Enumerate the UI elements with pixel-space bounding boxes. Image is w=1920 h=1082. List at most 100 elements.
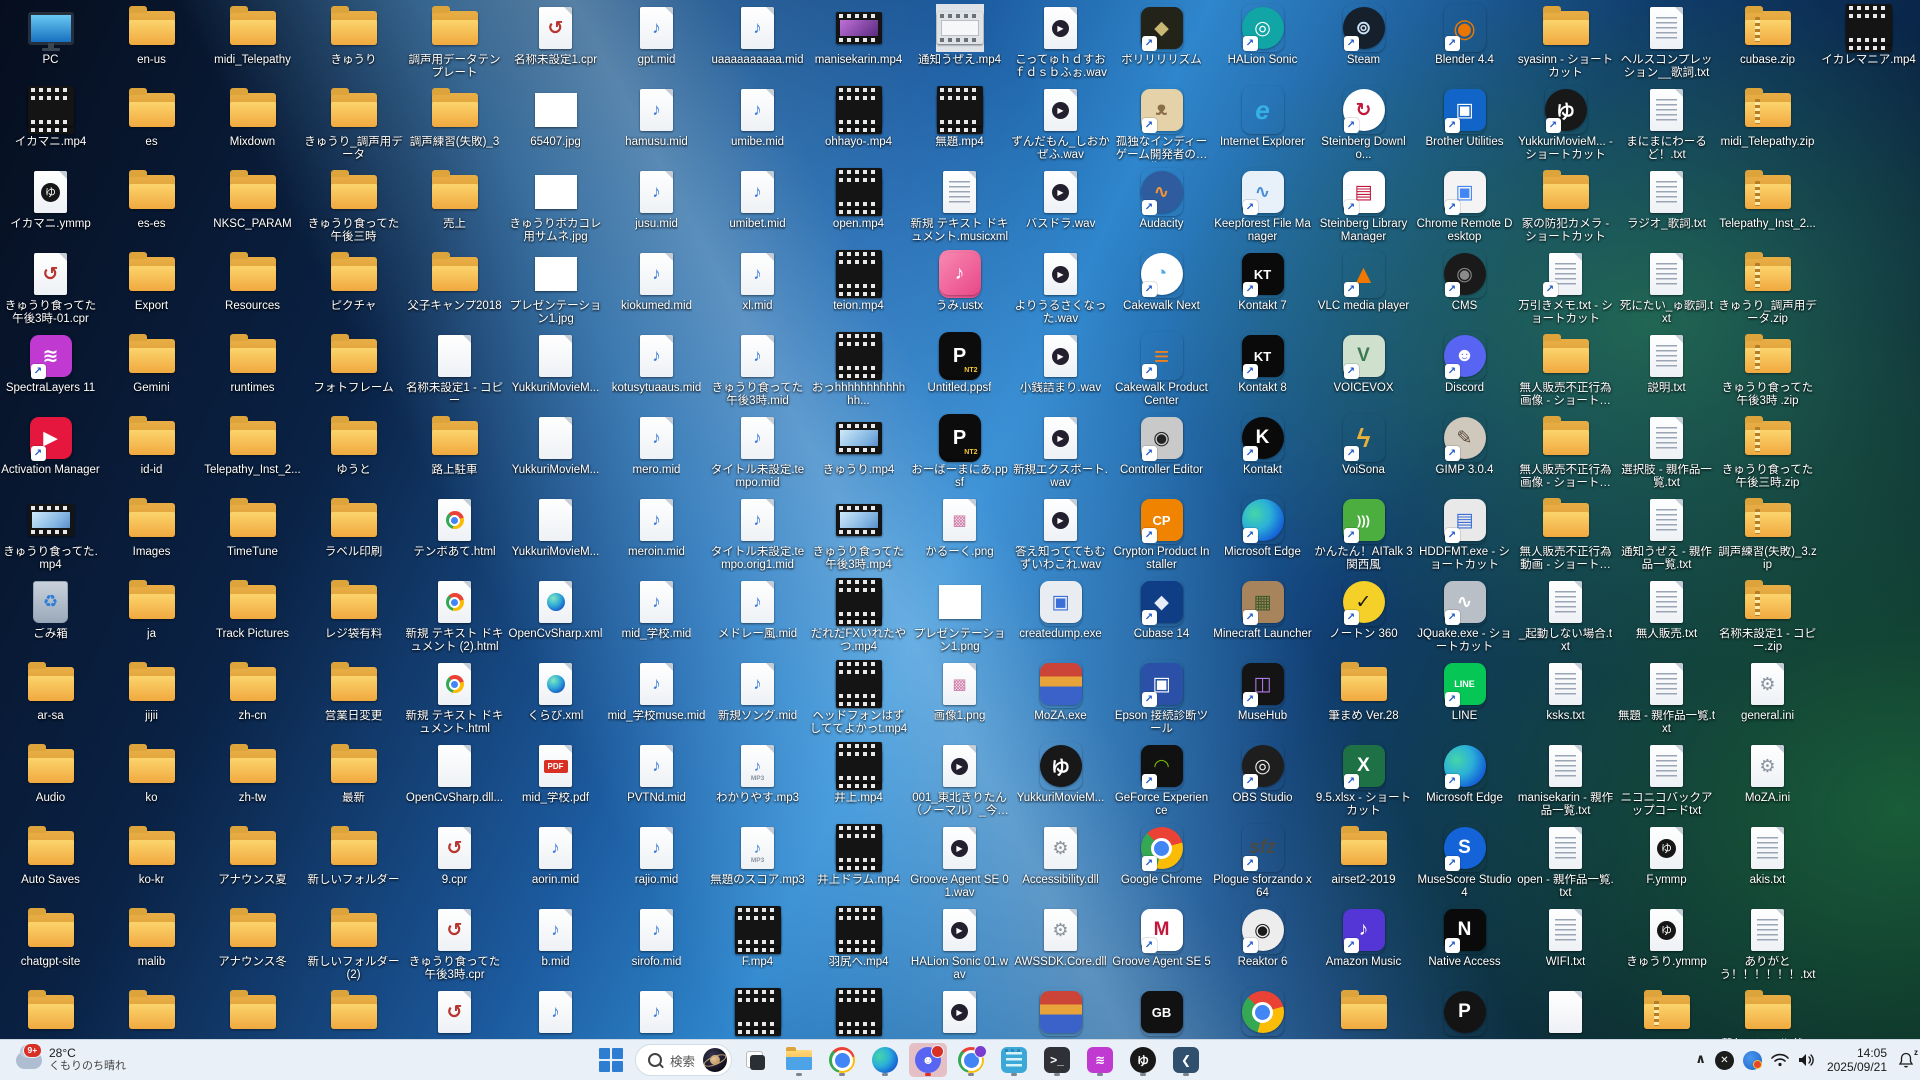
desktop-icon[interactable]: en-us [101,2,202,84]
desktop-icon[interactable]: ksks.txt [1515,658,1616,740]
desktop-icon[interactable]: )))かんたん！AITalk 3 関西風 [1313,494,1414,576]
desktop-icon[interactable]: eInternet Explorer [1212,84,1313,166]
desktop-icon[interactable]: ▶小銭詰まり.wav [1010,330,1111,412]
taskbar-search-pill[interactable]: 検索 [635,1044,732,1076]
desktop-icon[interactable]: ϟVoiSona [1313,412,1414,494]
tray-overflow-chevron-icon[interactable]: ∧ [1695,1051,1706,1067]
desktop-icon[interactable]: ♪タイトル未設定.tempo.orig1.mid [707,494,808,576]
desktop-icon[interactable]: Images [101,494,202,576]
desktop-icon[interactable]: 売上 [404,166,505,248]
desktop-icon[interactable]: ◠GeForce Experience [1111,740,1212,822]
desktop-icon[interactable]: ▣createdump.exe [1010,576,1111,658]
desktop-icon[interactable]: きゅうり_調声用データ.zip [1717,248,1818,330]
desktop-icon[interactable]: ⚙AWSSDK.Core.dll [1010,904,1111,986]
desktop-icon[interactable]: ♪mero.mid [606,412,707,494]
desktop-icon[interactable]: 死にたい_ゅ歌詞.txt [1616,248,1717,330]
desktop-icon[interactable]: ♪jusu.mid [606,166,707,248]
desktop-icon[interactable]: PNT2おーばーまにあ.ppsf [909,412,1010,494]
desktop-icon[interactable]: ko-kr [101,822,202,904]
desktop-icon[interactable]: 父子キャンプ2018 [404,248,505,330]
desktop-icon[interactable]: Auto Saves [0,822,101,904]
desktop-icon[interactable]: akis.txt [1717,822,1818,904]
desktop-icon[interactable]: アナウンス冬 [202,904,303,986]
desktop-icon[interactable]: ♪mid_学校.mid [606,576,707,658]
desktop-icon[interactable]: 説明.txt [1616,330,1717,412]
desktop-icon[interactable]: id-id [101,412,202,494]
desktop-icon[interactable]: 通知うぜえ.mp4 [909,2,1010,84]
taskbar-microsoft-edge[interactable] [866,1043,904,1077]
taskbar-yukkurimoviemaker[interactable]: ゆ [1124,1043,1162,1077]
desktop-icon[interactable]: PNT2Untitled.ppsf [909,330,1010,412]
desktop-icon[interactable]: ar-sa [0,658,101,740]
desktop-icon[interactable]: ♪タイトル未設定.tempo.mid [707,412,808,494]
desktop-icon[interactable]: open - 親作品一覧.txt [1515,822,1616,904]
desktop-icon[interactable]: イカレマニア.mp4 [1818,2,1919,84]
desktop-icon[interactable]: ラジオ_歌詞.txt [1616,166,1717,248]
desktop-icon[interactable]: くらび.xml [505,658,606,740]
desktop-icon[interactable]: 営業日変更 [303,658,404,740]
desktop-icon[interactable]: ▣Chrome Remote Desktop [1414,166,1515,248]
desktop-icon[interactable]: 井上ドラム.mp4 [808,822,909,904]
desktop-icon[interactable]: 新規 テキスト ドキュメント.musicxml [909,166,1010,248]
desktop-icon[interactable]: ♻ごみ箱 [0,576,101,658]
desktop-icon[interactable]: ▶ずんだもん_しおかぜふ.wav [1010,84,1111,166]
desktop-icon[interactable]: teion.mp4 [808,248,909,330]
desktop-icon[interactable]: ♪b.mid [505,904,606,986]
desktop-icon[interactable]: ゆイカマニ.ymmp [0,166,101,248]
desktop-icon[interactable]: ▣Brother Utilities [1414,84,1515,166]
desktop-icon[interactable]: manisekarin - 親作品一覧.txt [1515,740,1616,822]
desktop-icon[interactable]: open.mp4 [808,166,909,248]
desktop-icon[interactable]: ◆Cubase 14 [1111,576,1212,658]
desktop-icon[interactable]: PDFmid_学校.pdf [505,740,606,822]
desktop-icon[interactable]: ◫MuseHub [1212,658,1313,740]
desktop-icon[interactable]: ♪mid_学校muse.mid [606,658,707,740]
desktop-icon[interactable]: ♪MP3わかりやす.mp3 [707,740,808,822]
desktop-icon[interactable]: ▩かるーく.png [909,494,1010,576]
weather-widget[interactable]: 9+ 28°C くもりのち晴れ [10,1040,132,1080]
desktop-icon[interactable]: 新しいフォルダー [303,822,404,904]
desktop-icon[interactable]: SMuseScore Studio 4 [1414,822,1515,904]
desktop-icon[interactable]: YukkuriMovieM... [505,412,606,494]
desktop-icon[interactable]: きゅうり食ってた午後3時 .zip [1717,330,1818,412]
taskbar-terminal[interactable]: >_ [1038,1043,1076,1077]
desktop-icon[interactable]: ニコニコバックアップコードtxt [1616,740,1717,822]
desktop-icon[interactable]: Gemini [101,330,202,412]
volume-icon[interactable] [1798,1053,1816,1067]
desktop-icon[interactable]: ゆYukkuriMovieM... [1010,740,1111,822]
desktop-icon[interactable]: ◉Controller Editor [1111,412,1212,494]
desktop-icon[interactable]: ヘッドフォンはずしててよかっt.mp4 [808,658,909,740]
desktop-icon[interactable]: ♪メドレー風.mid [707,576,808,658]
desktop-icon[interactable]: 万引きメモ.txt - ショートカット [1515,248,1616,330]
desktop-icon[interactable]: ↺きゅうり食ってた午後3時-01.cpr [0,248,101,330]
taskbar-cubase[interactable]: ❮ [1167,1043,1205,1077]
desktop-icon[interactable]: だれだFXいれたやつ.mp4 [808,576,909,658]
desktop-icon[interactable]: malib [101,904,202,986]
desktop-icon[interactable]: ∿JQuake.exe - ショートカット [1414,576,1515,658]
desktop-icon[interactable]: ↺9.cpr [404,822,505,904]
desktop-icon[interactable]: ♪hamusu.mid [606,84,707,166]
desktop-icon[interactable]: syasinn - ショートカット [1515,2,1616,84]
desktop-icon[interactable]: 通知うぜえ - 親作品一覧.txt [1616,494,1717,576]
desktop-icon[interactable]: es [101,84,202,166]
desktop-icon[interactable]: きゅうり [303,2,404,84]
desktop-icon[interactable]: ja [101,576,202,658]
desktop-icon[interactable]: 65407.jpg [505,84,606,166]
desktop-icon[interactable]: 名称未設定1 - コピー [404,330,505,412]
desktop-icon[interactable]: きゅうり食ってた.mp4 [0,494,101,576]
desktop-icon[interactable]: フォトフレーム [303,330,404,412]
desktop-icon[interactable]: ♪新規ソング.mid [707,658,808,740]
desktop-icon[interactable]: ▦Minecraft Launcher [1212,576,1313,658]
desktop-icon[interactable]: MoZA.exe [1010,658,1111,740]
desktop-icon[interactable]: ≡Cakewalk Product Center [1111,330,1212,412]
desktop-icon[interactable]: ◉Blender 4.4 [1414,2,1515,84]
desktop-icon[interactable]: ᴥ孤独なインディーゲーム開発者の一生 ... [1111,84,1212,166]
desktop-icon[interactable]: ◎OBS Studio [1212,740,1313,822]
desktop-icon[interactable]: 名称未設定1 - コピー.zip [1717,576,1818,658]
desktop-icon[interactable]: 羽尻へ.mp4 [808,904,909,986]
desktop-icon[interactable]: Audio [0,740,101,822]
desktop-icon[interactable]: 調声練習(失敗)_3.zip [1717,494,1818,576]
desktop-icon[interactable]: おっhhhhhhhhhhhhh... [808,330,909,412]
desktop-icon[interactable]: Telepathy_Inst_2... [202,412,303,494]
desktop-icon[interactable]: ♪aorin.mid [505,822,606,904]
desktop-icon[interactable]: ♪xl.mid [707,248,808,330]
